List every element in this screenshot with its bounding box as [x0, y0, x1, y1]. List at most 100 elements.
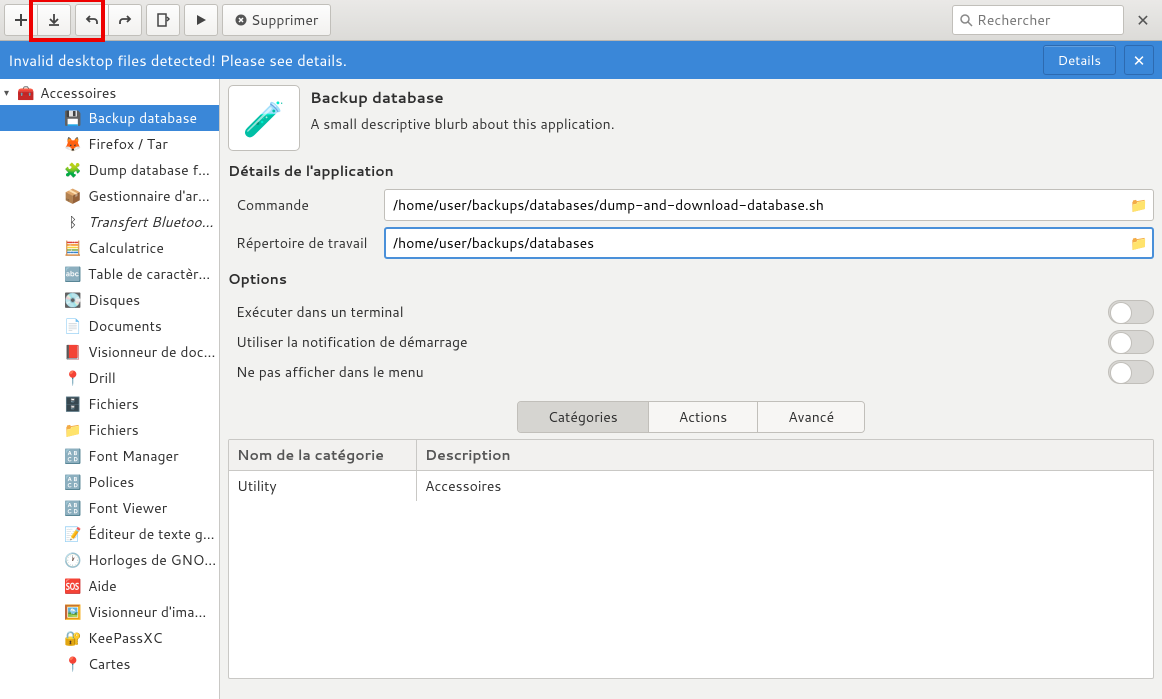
sidebar-item-label: Font Manager [88, 446, 179, 466]
section-options: Options [228, 269, 1154, 289]
sidebar-item-label: Visionneur d'ima... [88, 602, 206, 622]
sidebar-item[interactable]: 🔐KeePassXC [0, 625, 219, 651]
app-item-icon: 🦊 [64, 135, 82, 153]
workdir-browse-button[interactable]: 📁 [1129, 233, 1149, 253]
sidebar-item-label: Drill [88, 368, 116, 388]
sidebar-item[interactable]: 🔠Polices [0, 469, 219, 495]
sidebar-item-label: Documents [88, 316, 162, 336]
sidebar-item-label: Backup database [88, 108, 197, 128]
sidebar-item[interactable]: 📍 Drill [0, 365, 219, 391]
toolbar: Supprimer ✕ [0, 0, 1162, 41]
sidebar-item[interactable]: 📦Gestionnaire d'ar... [0, 183, 219, 209]
app-description: A small descriptive blurb about this app… [310, 114, 615, 134]
sidebar-item[interactable]: 💽 Disques [0, 287, 219, 313]
col-category-name[interactable]: Nom de la catégorie [229, 440, 417, 470]
app-item-icon: 🧩 [64, 161, 82, 179]
app-item-icon: 📕 [64, 343, 82, 361]
table-row[interactable]: Utility Accessoires [229, 471, 1153, 501]
sidebar-item-label: Aide [88, 576, 117, 596]
app-item-icon: 📍 [64, 655, 82, 673]
app-item-icon: 🔠 [64, 473, 82, 491]
sidebar-item[interactable]: 🖼️ Visionneur d'ima... [0, 599, 219, 625]
sidebar-item-label: Fichiers [88, 420, 139, 440]
app-item-icon: 🧮 [64, 239, 82, 257]
sidebar-item[interactable]: 🗄️ Fichiers [0, 391, 219, 417]
category-accessoires[interactable]: ▾ 🧰 Accessoires [0, 81, 219, 105]
command-input[interactable] [393, 195, 1129, 215]
detail-pane: 🧪 Backup database A small descriptive bl… [220, 79, 1162, 699]
sidebar-item-label: Disques [88, 290, 140, 310]
sidebar-item[interactable]: 🕐Horloges de GNO... [0, 547, 219, 573]
search-input-wrap[interactable] [952, 5, 1124, 35]
sidebar-item-label: Éditeur de texte g... [88, 524, 215, 544]
app-item-icon: 🖼️ [64, 603, 82, 621]
app-item-icon: 🔠 [64, 447, 82, 465]
sidebar-item[interactable]: 💾 Backup database [0, 105, 219, 131]
tab-group: Catégories Actions Avancé [517, 401, 865, 433]
opt-terminal-label: Exécuter dans un terminal [236, 302, 1108, 322]
delete-button[interactable]: Supprimer [222, 4, 331, 36]
expand-icon: ▾ [4, 86, 16, 100]
sidebar-item-label: Firefox / Tar [88, 134, 168, 154]
command-field-wrap[interactable]: 📁 [384, 189, 1154, 221]
sidebar: ▾ 🧰 Accessoires 💾 Backup database 🦊 Firefox… [0, 79, 220, 699]
tab-categories[interactable]: Catégories [518, 402, 649, 432]
app-icon: 🧪 [228, 85, 300, 151]
banner-close-button[interactable]: ✕ [1124, 45, 1154, 75]
folder-icon: 📁 [1130, 233, 1147, 253]
sidebar-item[interactable]: 📍Cartes [0, 651, 219, 677]
close-search-button[interactable]: ✕ [1128, 5, 1158, 35]
sidebar-item-label: Calculatrice [88, 238, 164, 258]
redo-button[interactable] [108, 4, 142, 36]
app-item-icon: 📝 [64, 525, 82, 543]
app-item-icon: 📄 [64, 317, 82, 335]
app-item-icon: 💾 [64, 109, 82, 127]
workdir-input[interactable] [393, 233, 1129, 253]
new-button[interactable] [4, 4, 38, 36]
tab-advanced[interactable]: Avancé [758, 402, 864, 432]
run-button[interactable] [184, 4, 218, 36]
sidebar-item[interactable]: 📁 Fichiers [0, 417, 219, 443]
app-item-icon: 📁 [64, 421, 82, 439]
sidebar-item[interactable]: 📄 Documents [0, 313, 219, 339]
sidebar-item-label: Table de caractèr... [88, 264, 210, 284]
save-button[interactable] [37, 4, 71, 36]
tab-actions[interactable]: Actions [649, 402, 758, 432]
opt-terminal-switch[interactable] [1108, 300, 1154, 324]
revert-button[interactable] [146, 4, 180, 36]
search-icon [959, 13, 973, 27]
section-details: Détails de l'application [228, 161, 1154, 181]
search-input[interactable] [977, 10, 1117, 30]
sidebar-item[interactable]: 🧩Dump database f... [0, 157, 219, 183]
sidebar-item[interactable]: 🔠Font Viewer [0, 495, 219, 521]
col-description[interactable]: Description [417, 440, 1153, 470]
sidebar-item[interactable]: 🔤 Table de caractèr... [0, 261, 219, 287]
sidebar-item[interactable]: ᛒTransfert Bluetoo... [0, 209, 219, 235]
sidebar-item[interactable]: 📝 Éditeur de texte g... [0, 521, 219, 547]
app-item-icon: 🗄️ [64, 395, 82, 413]
folder-icon: 📁 [1130, 195, 1147, 215]
command-browse-button[interactable]: 📁 [1129, 195, 1149, 215]
sidebar-item[interactable]: 🆘Aide [0, 573, 219, 599]
sidebar-item[interactable]: 🔠 Font Manager [0, 443, 219, 469]
opt-hide-label: Ne pas afficher dans le menu [236, 362, 1108, 382]
app-item-icon: 💽 [64, 291, 82, 309]
categories-table: Nom de la catégorie Description Utility … [228, 439, 1154, 679]
category-label: Accessoires [40, 83, 116, 103]
opt-notify-switch[interactable] [1108, 330, 1154, 354]
app-item-icon: 🔤 [64, 265, 82, 283]
sidebar-item-label: Fichiers [88, 394, 139, 414]
app-item-icon: 📍 [64, 369, 82, 387]
sidebar-item-label: KeePassXC [88, 628, 162, 648]
app-item-icon: 📦 [64, 187, 82, 205]
sidebar-item-label: Transfert Bluetoo... [88, 212, 213, 232]
sidebar-item[interactable]: 📕Visionneur de doc... [0, 339, 219, 365]
sidebar-item[interactable]: 🦊 Firefox / Tar [0, 131, 219, 157]
delete-label: Supprimer [251, 10, 318, 30]
cell-name: Utility [229, 471, 417, 501]
workdir-field-wrap[interactable]: 📁 [384, 227, 1154, 259]
sidebar-item[interactable]: 🧮 Calculatrice [0, 235, 219, 261]
opt-hide-switch[interactable] [1108, 360, 1154, 384]
banner-details-button[interactable]: Details [1043, 45, 1116, 75]
undo-button[interactable] [75, 4, 109, 36]
